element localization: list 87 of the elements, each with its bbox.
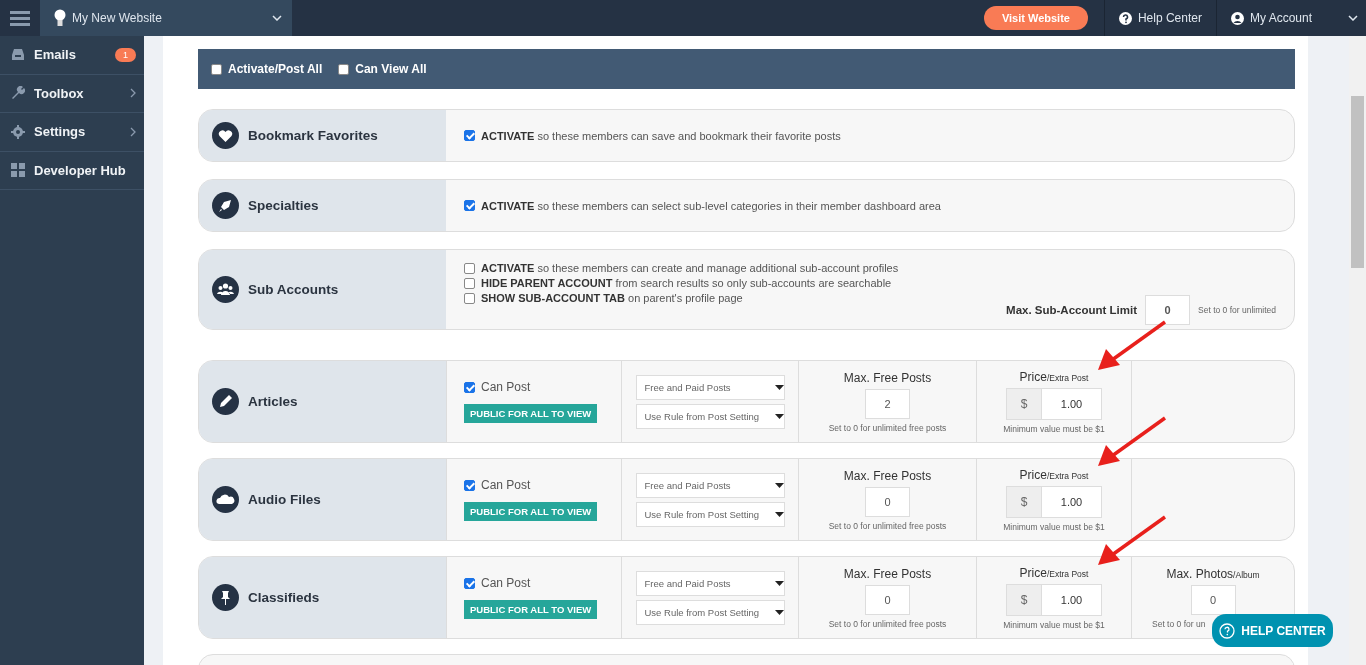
- checkbox[interactable]: [464, 381, 475, 393]
- price-field[interactable]: 1.00: [1042, 387, 1102, 420]
- users-icon: [212, 276, 239, 303]
- help-icon: [1118, 11, 1132, 25]
- annotation-arrow: [1098, 320, 1167, 370]
- checkbox-label: Activate/Post All: [228, 62, 323, 76]
- field-hint: Set to 0 for un: [1151, 618, 1206, 629]
- dropdown[interactable]: Use Rule from Post Setting: [635, 599, 785, 625]
- feature-title: Sub Accounts: [248, 282, 339, 297]
- checkbox-label: Can Post: [481, 478, 531, 492]
- number-field[interactable]: 0: [1190, 584, 1236, 615]
- dropdown[interactable]: Free and Paid Posts: [635, 374, 785, 400]
- checkbox[interactable]: [211, 63, 222, 75]
- checkbox[interactable]: [464, 479, 475, 491]
- visibility-badge: PUBLIC FOR ALL TO VIEW: [464, 600, 598, 619]
- caret-down-icon: [774, 609, 784, 615]
- pin-icon: [212, 584, 239, 611]
- option-label: ACTIVATE so these members can select sub-level categories in their member dashboard area: [481, 199, 941, 212]
- chevron-down-icon: [272, 15, 282, 21]
- dropdown[interactable]: Use Rule from Post Setting: [635, 501, 785, 527]
- help-center-button[interactable]: HELP CENTER: [1212, 614, 1333, 647]
- inbox-icon: [11, 47, 25, 62]
- dropdown[interactable]: Free and Paid Posts: [635, 570, 785, 596]
- currency-addon: $: [1006, 387, 1042, 420]
- number-field[interactable]: 0: [865, 486, 910, 517]
- visibility-badge: PUBLIC FOR ALL TO VIEW: [464, 502, 598, 521]
- checkbox[interactable]: [464, 200, 475, 211]
- field-hint: Minimum value must be $1: [1003, 423, 1105, 434]
- grid-icon: [11, 163, 25, 178]
- user-icon: [1230, 11, 1244, 25]
- option-label: HIDE PARENT ACCOUNT from search results so only sub-accounts are searchable: [481, 277, 892, 289]
- field-hint: Set to 0 for unlimited free posts: [828, 520, 947, 531]
- help-icon: [1219, 622, 1236, 639]
- option-label: SHOW SUB-ACCOUNT TAB on parent's profile page: [481, 292, 743, 304]
- price-field[interactable]: 1.00: [1042, 583, 1102, 616]
- caret-down-icon: [774, 580, 784, 586]
- number-field[interactable]: 0: [865, 584, 910, 615]
- feature-title: Articles: [248, 394, 298, 409]
- currency-addon: $: [1006, 583, 1042, 616]
- field-hint: Minimum value must be $1: [1003, 619, 1105, 630]
- site-selector[interactable]: My New Website: [40, 0, 292, 36]
- field-hint: Minimum value must be $1: [1003, 521, 1105, 532]
- checkbox-label: Can View All: [355, 62, 427, 76]
- checkbox[interactable]: [464, 577, 475, 589]
- option-label: ACTIVATE so these members can create and manage additional sub-account profiles: [481, 262, 899, 274]
- caret-down-icon: [774, 413, 784, 419]
- count-badge: 1: [115, 47, 136, 62]
- price-field[interactable]: 1.00: [1042, 485, 1102, 518]
- dropdown[interactable]: Free and Paid Posts: [635, 472, 785, 498]
- sidebar-item[interactable]: Emails 1: [0, 36, 144, 75]
- field-hint: Set to 0 for unlimited: [1198, 305, 1276, 315]
- field-label: Max. Sub-Account Limit: [1006, 304, 1138, 316]
- checkbox[interactable]: [338, 63, 350, 75]
- number-field[interactable]: 2: [865, 388, 910, 419]
- checkbox[interactable]: [464, 262, 475, 274]
- menu-icon: [10, 10, 30, 26]
- checkbox[interactable]: [464, 130, 475, 141]
- feature-title: Specialties: [248, 198, 319, 213]
- cloud-icon: [212, 486, 239, 513]
- field-label: Max. Free Posts: [843, 370, 932, 385]
- caret-down-icon: [774, 482, 784, 488]
- field-label: Price/Extra Post: [1019, 369, 1089, 384]
- checkbox[interactable]: [464, 277, 475, 289]
- feature-title: Classifieds: [248, 590, 320, 605]
- field-hint: Set to 0 for unlimited free posts: [828, 422, 947, 433]
- checkbox[interactable]: [464, 292, 475, 304]
- checkbox-label: Can Post: [481, 576, 531, 590]
- field-label: Max. Photos/Album: [1166, 566, 1260, 581]
- feature-title: Bookmark Favorites: [248, 128, 378, 143]
- wrench-icon: [11, 86, 25, 101]
- lightbulb-icon: [54, 8, 66, 28]
- dropdown[interactable]: Use Rule from Post Setting: [635, 403, 785, 429]
- field-label: Price/Extra Post: [1019, 467, 1089, 482]
- feature-title: Audio Files: [248, 492, 321, 507]
- field-hint: Set to 0 for unlimited free posts: [828, 618, 947, 629]
- caret-down-icon: [774, 384, 784, 390]
- field-label: Max. Free Posts: [843, 566, 932, 581]
- visibility-badge: PUBLIC FOR ALL TO VIEW: [464, 404, 598, 423]
- chevron-down-icon: [1348, 15, 1358, 21]
- currency-addon: $: [1006, 485, 1042, 518]
- pencil-icon: [212, 388, 239, 415]
- number-field[interactable]: 0: [1145, 295, 1191, 325]
- checkbox-label: Can Post: [481, 380, 531, 394]
- caret-down-icon: [774, 511, 784, 517]
- field-label: Price/Extra Post: [1019, 565, 1089, 580]
- field-label: Max. Free Posts: [843, 468, 932, 483]
- option-label: ACTIVATE so these members can save and bookmark their favorite posts: [481, 129, 841, 142]
